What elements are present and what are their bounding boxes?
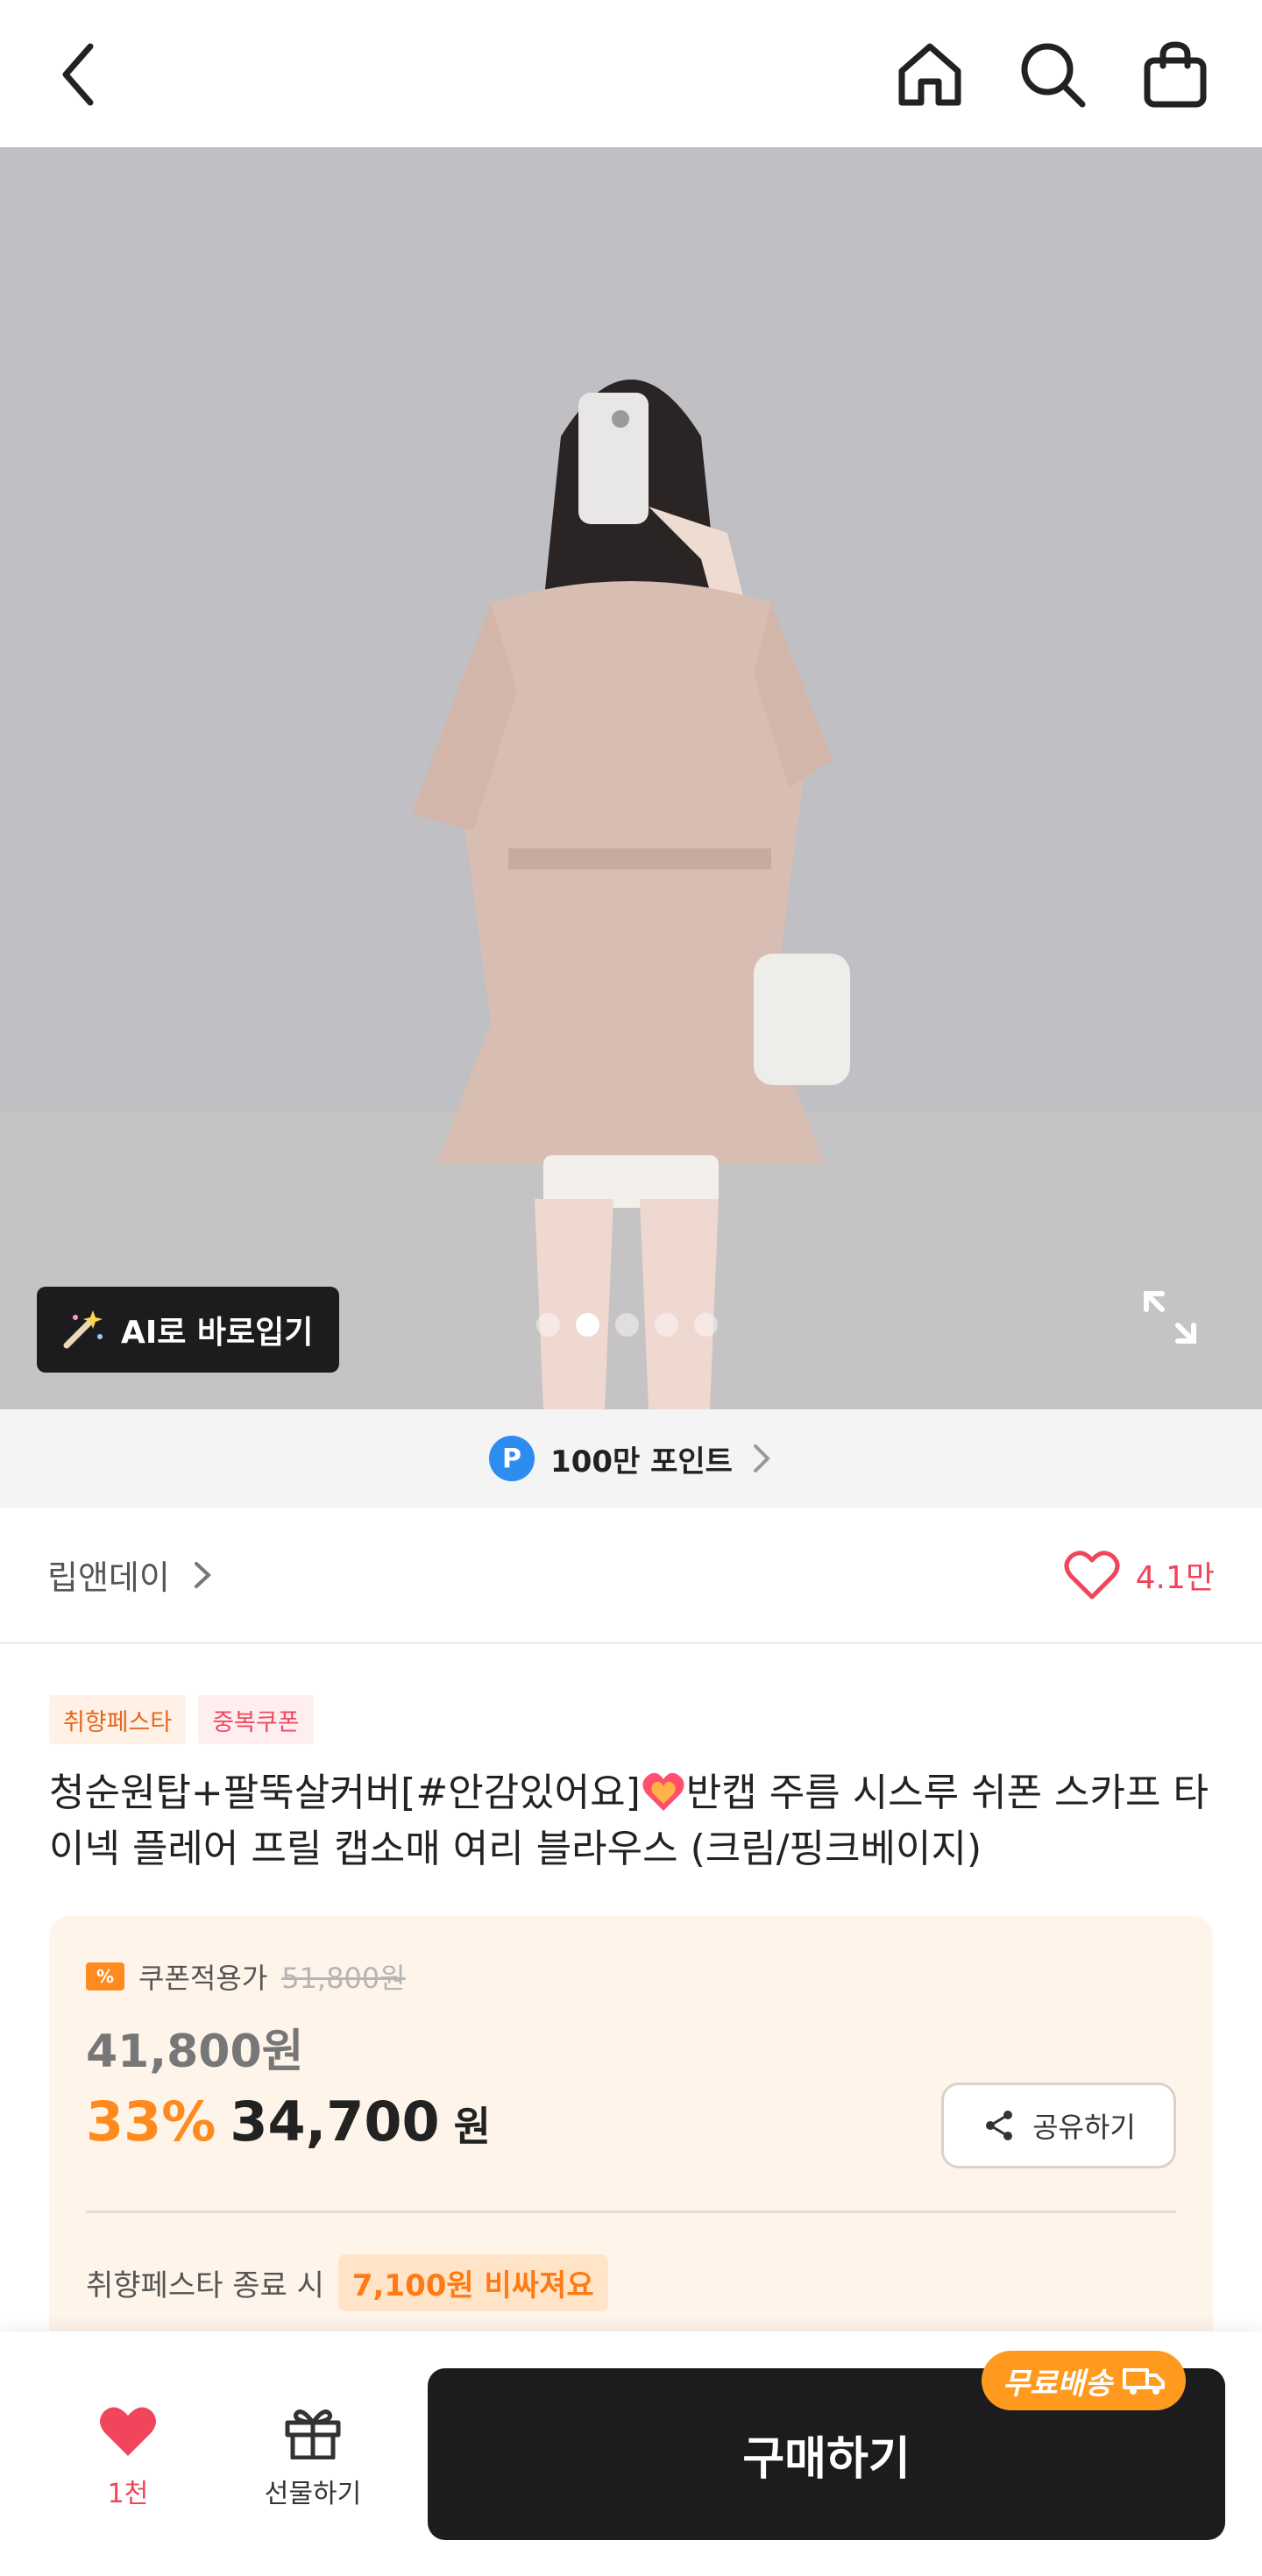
coupon-price-line: 쿠폰적용가 51,800원 [86, 1956, 406, 1997]
points-label: 100만 포인트 [550, 1444, 733, 1480]
points-badge-icon: P [489, 1436, 535, 1481]
carousel-indicator [536, 1313, 718, 1337]
chevron-left-icon [62, 43, 94, 106]
search-button[interactable] [1013, 35, 1092, 114]
price-divider [86, 2211, 1176, 2213]
original-price: 51,800원 [281, 1962, 406, 1995]
carousel-dot-active[interactable] [576, 1313, 599, 1337]
tag-festa: 취향페스타 [49, 1695, 187, 1744]
festa-end-notice: 취향페스타 종료 시 7,100원 비싸져요 [86, 2254, 608, 2311]
gift-label: 선물하기 [264, 2479, 362, 2509]
magic-wand-icon [63, 1310, 103, 1349]
points-banner[interactable]: P 100만 포인트 [0, 1409, 1262, 1508]
back-button[interactable] [40, 35, 119, 114]
wish-count: 4.1만 [1135, 1559, 1215, 1596]
product-title-part1: 청순원탑+팔뚝살커버[#안감있어요] [49, 1771, 641, 1815]
ai-try-on-label: AI로 바로입기 [121, 1315, 314, 1351]
delivery-truck-icon [1123, 2368, 1166, 2395]
carousel-dot[interactable] [615, 1313, 639, 1337]
product-page: AI로 바로입기 P 100만 포인트 립앤데이 4.1만 취향페스타 중복쿠폰… [0, 0, 1262, 2576]
heart-on-fire-icon [642, 1772, 684, 1811]
share-label: 공유하기 [1032, 2111, 1136, 2144]
tag-coupon: 중복쿠폰 [198, 1695, 314, 1744]
gift-button[interactable]: 선물하기 [254, 2403, 372, 2510]
product-title: 청순원탑+팔뚝살커버[#안감있어요] 반캡 주름 시스루 쉬폰 스카프 타이넥 … [49, 1765, 1215, 1877]
chevron-right-icon [194, 1561, 211, 1588]
brand-name: 립앤데이 [47, 1558, 170, 1597]
home-button[interactable] [890, 35, 969, 114]
carousel-dot[interactable] [536, 1313, 560, 1337]
discount-percent: 33% [86, 2090, 216, 2154]
home-icon [898, 43, 961, 106]
product-image-carousel[interactable]: AI로 바로입기 [0, 147, 1262, 1409]
gift-icon [285, 2409, 341, 2459]
brand-row: 립앤데이 4.1만 [0, 1508, 1262, 1644]
cart-button[interactable] [1136, 35, 1215, 114]
final-price-line: 33% 34,700 원 [86, 2090, 491, 2154]
festa-end-badge: 7,100원 비싸져요 [337, 2254, 608, 2311]
final-price-unit: 원 [453, 2103, 491, 2150]
brand-link[interactable]: 립앤데이 [47, 1551, 212, 1599]
like-button[interactable]: 1천 [82, 2403, 174, 2510]
coupon-price: 41,800원 [86, 2026, 304, 2078]
carousel-dot[interactable] [694, 1313, 718, 1337]
product-photo [0, 147, 1262, 1409]
price-box: 쿠폰적용가 51,800원 41,800원 33% 34,700 원 공유하기 … [49, 1916, 1213, 2354]
share-icon [986, 2111, 1013, 2140]
shopping-bag-icon [1144, 41, 1207, 108]
wishlist-button[interactable]: 4.1만 [1064, 1550, 1215, 1600]
coupon-icon [86, 1962, 124, 1991]
heart-filled-icon [100, 2407, 156, 2456]
final-price: 34,700 [230, 2090, 440, 2154]
share-button[interactable]: 공유하기 [941, 2083, 1176, 2168]
free-shipping-badge: 무료배송 [982, 2351, 1187, 2410]
chevron-right-icon [753, 1444, 770, 1473]
carousel-dot[interactable] [655, 1313, 678, 1337]
festa-end-label: 취향페스타 종료 시 [86, 2268, 324, 2303]
heart-outline-icon [1064, 1550, 1120, 1599]
like-count: 1천 [107, 2479, 149, 2509]
free-shipping-label: 무료배송 [1003, 2366, 1113, 2402]
coupon-label: 쿠폰적용가 [138, 1962, 268, 1995]
ai-try-on-button[interactable]: AI로 바로입기 [37, 1287, 340, 1373]
bottom-action-bar: 1천 선물하기 구매하기 무료배송 [0, 2331, 1262, 2576]
search-icon [1021, 43, 1086, 108]
top-navigation-bar [0, 0, 1262, 147]
expand-icon[interactable] [1141, 1288, 1199, 1346]
product-tags: 취향페스타 중복쿠폰 [49, 1695, 314, 1744]
